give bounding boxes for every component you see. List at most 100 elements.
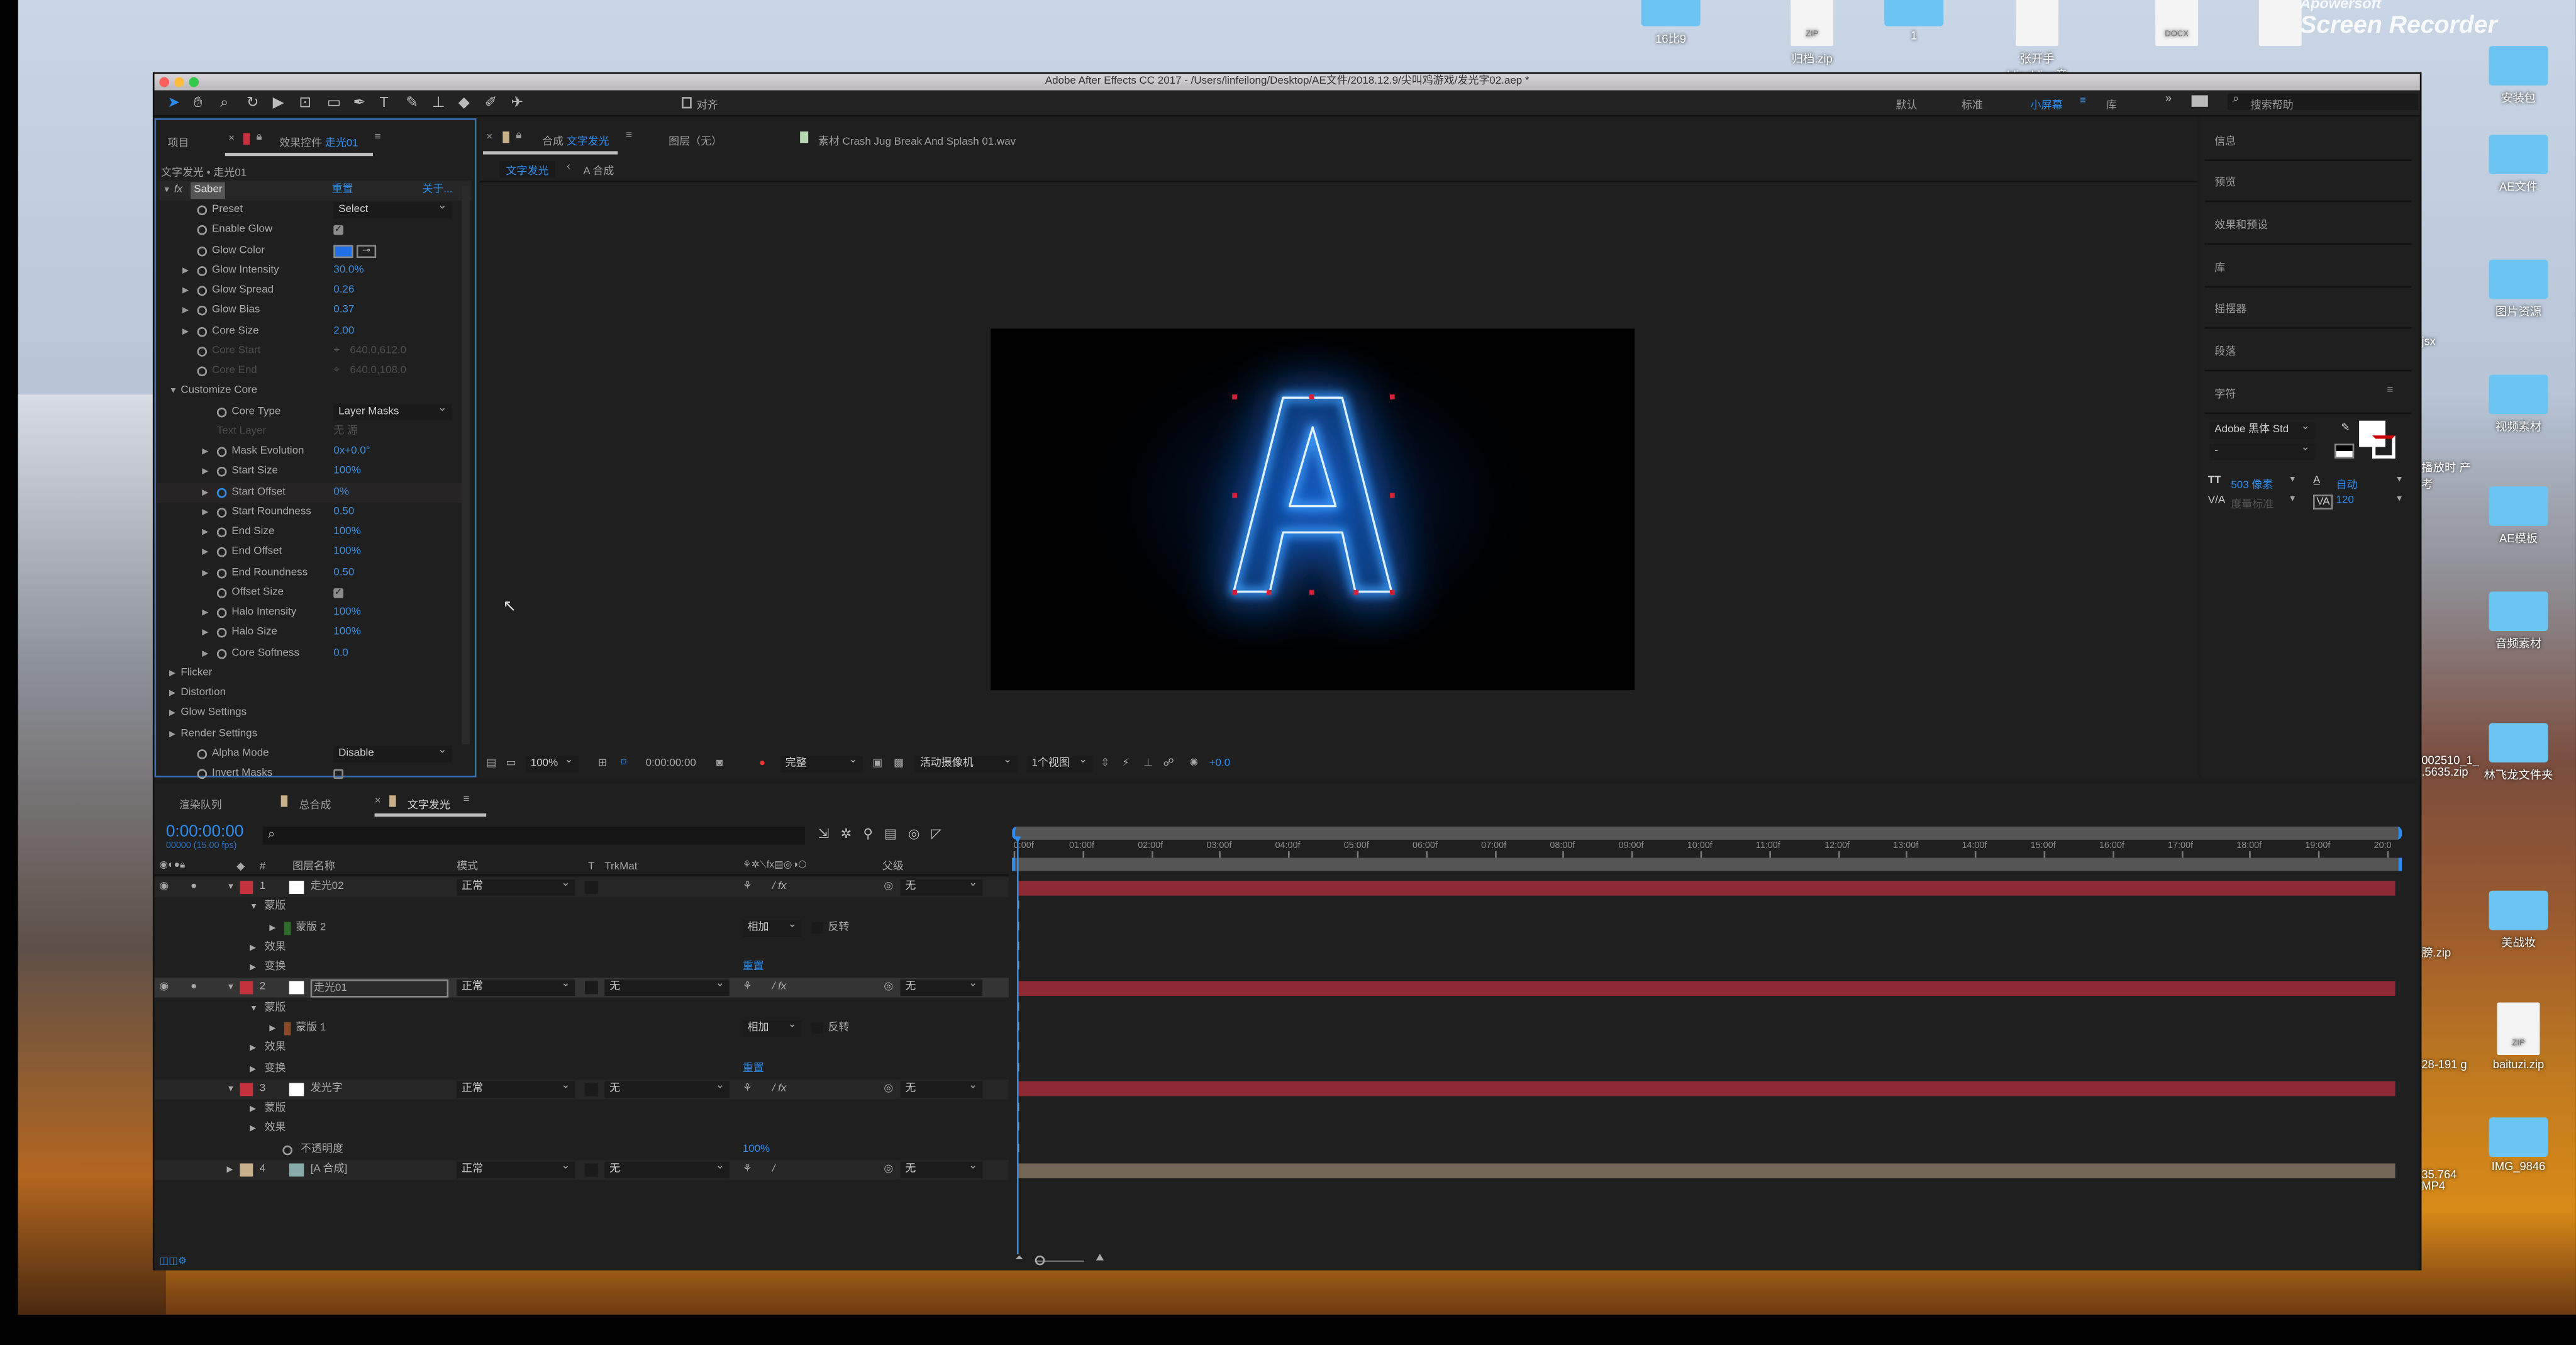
preserve-transparency-toggle[interactable]	[584, 881, 598, 895]
desktop-icon[interactable]: ZIP baituzi.zip	[2477, 1002, 2560, 1071]
pickwhip-icon[interactable]: ◎	[884, 1080, 893, 1099]
stopwatch-icon[interactable]	[197, 346, 208, 357]
stopwatch-icon[interactable]	[197, 366, 208, 377]
label-color-swatch[interactable]	[240, 1163, 253, 1177]
twirl-icon[interactable]: ▶	[250, 1039, 256, 1059]
preserve-transparency-toggle[interactable]	[584, 1163, 598, 1177]
preserve-transparency-toggle[interactable]	[584, 981, 598, 995]
label-color-swatch[interactable]	[240, 881, 253, 895]
font-style-dropdown[interactable]: -	[2209, 440, 2315, 460]
composition-canvas[interactable]: A	[991, 320, 1635, 691]
preserve-transparency-toggle[interactable]	[584, 1083, 598, 1097]
display-icon[interactable]: ▭	[506, 754, 516, 774]
twirl-icon[interactable]: ▶	[202, 503, 208, 522]
desktop-icon[interactable]: 张开手blingbling音	[1996, 0, 2079, 84]
stopwatch-icon[interactable]	[216, 567, 227, 578]
layer-duration-bar[interactable]	[1018, 879, 2396, 895]
desktop-icon[interactable]: AE文件	[2477, 135, 2560, 196]
twirl-icon[interactable]: ▶	[202, 442, 208, 462]
stopwatch-icon[interactable]	[197, 245, 208, 256]
group-label[interactable]: Distortion	[180, 684, 226, 703]
transparency-grid-icon[interactable]: ▩	[894, 754, 904, 774]
stopwatch-icon[interactable]	[216, 608, 227, 618]
parent-dropdown[interactable]: 无	[900, 1078, 983, 1098]
twirl-icon[interactable]: ▶	[250, 958, 256, 978]
font-size-dropdown-icon[interactable]: ▼	[2289, 475, 2297, 485]
pickwhip-icon[interactable]: ◎	[884, 878, 893, 897]
zoom-dropdown[interactable]: 100%	[525, 752, 579, 773]
stopwatch-icon[interactable]	[216, 648, 227, 659]
pan-behind-tool-icon[interactable]: ⊡	[299, 94, 311, 112]
panel-item-3[interactable]: 库	[2214, 258, 2225, 274]
panel-item-5[interactable]: 段落	[2214, 342, 2236, 358]
parent-dropdown[interactable]: 无	[900, 1159, 983, 1179]
panel-item-2[interactable]: 效果和预设	[2214, 215, 2268, 232]
panel-item-1[interactable]: 预览	[2214, 172, 2236, 189]
leading-dropdown-icon[interactable]: ▼	[2396, 475, 2404, 485]
layer-name[interactable]: 发光字	[311, 1080, 343, 1099]
twirl-icon[interactable]: ▶	[202, 483, 208, 502]
pen-tool-icon[interactable]: ✒︎	[353, 94, 366, 112]
parent-header[interactable]: 父级	[882, 858, 904, 876]
panel-item-6[interactable]: 字符	[2214, 384, 2236, 401]
property-checkbox[interactable]: ✓	[333, 225, 343, 236]
zoom-tool-icon[interactable]: ⌕	[220, 94, 228, 112]
trkmat-dropdown[interactable]: 无	[604, 1159, 730, 1179]
timeline-icon[interactable]: ⊥	[1143, 754, 1153, 774]
crosshair-icon[interactable]: ⌖	[333, 362, 340, 381]
twirl-icon[interactable]: ▶	[202, 603, 208, 623]
mask-color-swatch[interactable]	[284, 921, 291, 935]
solo-icon[interactable]: ●	[191, 978, 197, 998]
twirl-icon[interactable]: ▶	[250, 938, 256, 957]
rotate-tool-icon[interactable]: ↻	[247, 94, 259, 112]
stopwatch-icon[interactable]	[216, 487, 227, 498]
views-dropdown[interactable]: 1个视图	[1026, 752, 1093, 773]
twirl-icon[interactable]: ▼	[226, 1080, 235, 1099]
exposure-value[interactable]: +0.0	[1209, 754, 1231, 774]
toggle-pixel-aspect-icon[interactable]: ⇳	[1101, 754, 1109, 774]
panel-menu-icon[interactable]: ≡	[2387, 384, 2394, 396]
parent-dropdown[interactable]: 无	[900, 977, 983, 997]
blend-mode-dropdown[interactable]: 正常	[457, 876, 575, 896]
stopwatch-icon[interactable]	[197, 326, 208, 337]
effect-name[interactable]: Saber	[191, 182, 226, 199]
desktop-icon-partial[interactable]: jsx	[2421, 337, 2480, 349]
twirl-icon[interactable]: ▼	[226, 878, 235, 897]
twirl-icon[interactable]: ▼	[169, 382, 177, 401]
layer-row[interactable]: ▶ 4 [A 合成] 正常 无 ⚘ / ◎ 无	[154, 1159, 1009, 1180]
stopwatch-icon[interactable]	[197, 769, 208, 779]
layer-row[interactable]: ◉ ● ▼ 1 走光02 正常 ⚘ / fx ◎ 无	[154, 876, 1009, 898]
close-window-button[interactable]	[159, 77, 170, 87]
lock-icon[interactable]: 🔒︎	[516, 130, 521, 143]
stopwatch-icon[interactable]	[197, 749, 208, 759]
twirl-icon[interactable]: ▶	[169, 724, 175, 744]
always-preview-icon[interactable]: ▤	[486, 754, 496, 774]
stopwatch-icon[interactable]	[216, 406, 227, 417]
twirl-icon[interactable]: ▶	[202, 543, 208, 562]
zoom-window-button[interactable]	[189, 77, 199, 87]
desktop-icon[interactable]: 16比9	[1629, 0, 1712, 48]
twirl-icon[interactable]: ▶	[226, 1160, 233, 1180]
fx-switch-icon[interactable]: / fx	[772, 978, 787, 998]
trkmat-dropdown[interactable]: 无	[604, 1078, 730, 1098]
property-value[interactable]: 640.0,612.0	[350, 342, 406, 361]
twirl-icon[interactable]: ▶	[202, 623, 208, 643]
property-value[interactable]: 0.37	[333, 301, 354, 321]
flowchart-icon[interactable]: ☍	[1163, 754, 1174, 774]
property-value[interactable]: 0.26	[333, 281, 354, 301]
kerning-value[interactable]: 度量标准	[2231, 494, 2273, 511]
mask-color-swatch[interactable]	[284, 1022, 291, 1035]
font-family-dropdown[interactable]: Adobe 黑体 Std	[2209, 419, 2315, 439]
zoom-slider-thumb[interactable]	[1035, 1255, 1045, 1266]
twirl-icon[interactable]: ▶	[169, 664, 175, 683]
workspace-3[interactable]: 库	[2106, 96, 2117, 111]
mask-mode-dropdown[interactable]: 相加	[742, 917, 802, 936]
twirl-icon[interactable]: ▼	[250, 898, 258, 917]
desktop-icon[interactable]: DOCX	[2136, 0, 2218, 51]
parent-dropdown[interactable]: 无	[900, 876, 983, 896]
time-navigator[interactable]	[1012, 857, 2402, 871]
twirl-icon[interactable]: ▶	[202, 462, 208, 482]
desktop-icon[interactable]: AE模板	[2477, 486, 2560, 547]
stopwatch-icon[interactable]	[216, 628, 227, 639]
desktop-icon[interactable]: 音频素材	[2477, 591, 2560, 652]
